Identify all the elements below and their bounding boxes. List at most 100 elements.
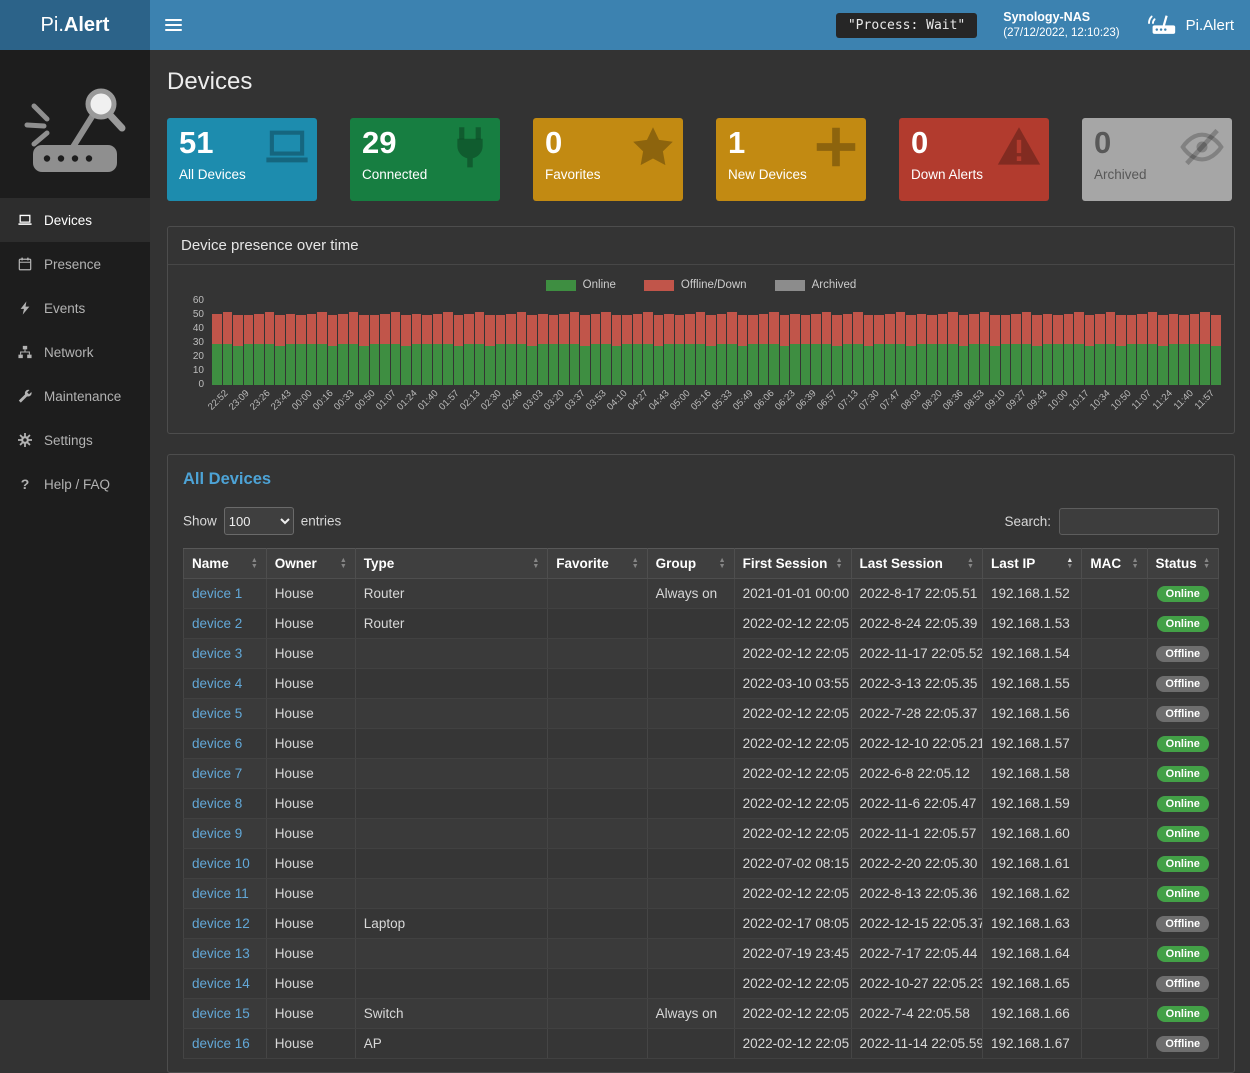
column-header-last-session[interactable]: Last Session▲▼ [851, 549, 982, 579]
card-connected[interactable]: 29Connected [350, 118, 500, 201]
entries-select[interactable]: 100 [224, 507, 294, 535]
card-new-devices[interactable]: 1New Devices [716, 118, 866, 201]
cell-favorite [548, 879, 647, 909]
brand-suffix: Alert [64, 14, 110, 37]
column-header-favorite[interactable]: Favorite▲▼ [548, 549, 647, 579]
chart-bar [475, 312, 485, 385]
status-badge: Online [1157, 766, 1209, 782]
cell-first-session: 2022-02-12 22:05 [734, 789, 851, 819]
sidebar-item-maintenance[interactable]: Maintenance [0, 374, 150, 418]
column-header-group[interactable]: Group▲▼ [647, 549, 734, 579]
device-link[interactable]: device 1 [192, 586, 242, 601]
column-label: MAC [1090, 556, 1121, 571]
star-icon [631, 125, 675, 169]
sidebar-item-settings[interactable]: Settings [0, 418, 150, 462]
gear-icon [17, 433, 33, 447]
table-controls: Show100entries Search: [183, 507, 1219, 535]
sidebar-item-devices[interactable]: Devices [0, 198, 150, 242]
device-link[interactable]: device 16 [192, 1036, 250, 1051]
device-link[interactable]: device 13 [192, 946, 250, 961]
legend-item-offline-down[interactable]: Offline/Down [644, 279, 747, 291]
cell-owner: House [266, 969, 355, 999]
column-header-status[interactable]: Status▲▼ [1147, 549, 1218, 579]
cell-last-session: 2022-12-10 22:05.21 [851, 729, 982, 759]
sidebar-item-help-faq[interactable]: ?Help / FAQ [0, 462, 150, 506]
sidebar-item-label: Help / FAQ [44, 477, 110, 492]
sidebar-toggle-icon[interactable] [150, 0, 196, 50]
chart-bar [559, 314, 569, 385]
column-header-first-session[interactable]: First Session▲▼ [734, 549, 851, 579]
device-link[interactable]: device 2 [192, 616, 242, 631]
sidebar-item-network[interactable]: Network [0, 330, 150, 374]
card-down-alerts[interactable]: 0Down Alerts [899, 118, 1049, 201]
card-favorites[interactable]: 0Favorites [533, 118, 683, 201]
device-link[interactable]: device 14 [192, 976, 250, 991]
device-link[interactable]: device 12 [192, 916, 250, 931]
device-link[interactable]: device 9 [192, 826, 242, 841]
cell-mac [1082, 999, 1147, 1029]
column-label: Group [656, 556, 697, 571]
column-header-type[interactable]: Type▲▼ [355, 549, 548, 579]
device-link[interactable]: device 10 [192, 856, 250, 871]
chart-bar [1074, 312, 1084, 385]
sidebar-item-presence[interactable]: Presence [0, 242, 150, 286]
cell-last-session: 2022-11-1 22:05.57 [851, 819, 982, 849]
chart-bar [223, 312, 233, 385]
device-link[interactable]: device 5 [192, 706, 242, 721]
column-label: First Session [743, 556, 828, 571]
column-header-mac[interactable]: MAC▲▼ [1082, 549, 1147, 579]
cell-type: Router [355, 579, 548, 609]
cell-status: Offline [1147, 1029, 1218, 1059]
chart-legend: Online Offline/Down Archived [182, 271, 1220, 301]
device-link[interactable]: device 3 [192, 646, 242, 661]
cell-name: device 14 [184, 969, 267, 999]
cell-type: Switch [355, 999, 548, 1029]
sidebar: DevicesPresenceEventsNetworkMaintenanceS… [0, 50, 150, 1000]
cell-name: device 16 [184, 1029, 267, 1059]
device-link[interactable]: device 8 [192, 796, 242, 811]
column-header-last-ip[interactable]: Last IP▲▼ [982, 549, 1081, 579]
chart-bar [591, 314, 601, 385]
legend-item-online[interactable]: Online [546, 279, 616, 291]
device-link[interactable]: device 7 [192, 766, 242, 781]
cell-type [355, 759, 548, 789]
cell-first-session: 2022-02-12 22:05 [734, 1029, 851, 1059]
sort-icon: ▲▼ [967, 558, 974, 570]
card-all-devices[interactable]: 51All Devices [167, 118, 317, 201]
chart-bar [727, 312, 737, 385]
device-link[interactable]: device 4 [192, 676, 242, 691]
cell-status: Online [1147, 579, 1218, 609]
cell-status: Offline [1147, 639, 1218, 669]
chart-bar [464, 314, 474, 385]
cell-first-session: 2021-01-01 00:00 [734, 579, 851, 609]
sidebar-item-events[interactable]: Events [0, 286, 150, 330]
chart-bar [1032, 315, 1042, 385]
column-header-name[interactable]: Name▲▼ [184, 549, 267, 579]
device-link[interactable]: device 6 [192, 736, 242, 751]
cell-mac [1082, 909, 1147, 939]
cell-favorite [548, 699, 647, 729]
cell-group: Always on [647, 579, 734, 609]
chart-bar [654, 315, 664, 385]
cell-last-ip: 192.168.1.64 [982, 939, 1081, 969]
cell-first-session: 2022-02-12 22:05 [734, 969, 851, 999]
cell-last-ip: 192.168.1.58 [982, 759, 1081, 789]
cell-last-ip: 192.168.1.62 [982, 879, 1081, 909]
cell-favorite [548, 729, 647, 759]
chart-bar [664, 314, 674, 385]
cell-first-session: 2022-02-12 22:05 [734, 729, 851, 759]
column-header-owner[interactable]: Owner▲▼ [266, 549, 355, 579]
device-link[interactable]: device 15 [192, 1006, 250, 1021]
sidebar-menu: DevicesPresenceEventsNetworkMaintenanceS… [0, 198, 150, 506]
legend-item-archived[interactable]: Archived [775, 279, 857, 291]
cell-owner: House [266, 1029, 355, 1059]
cell-owner: House [266, 789, 355, 819]
chart-y-axis: 6050403020100 [182, 301, 212, 385]
navbar-brand-right: Pi.Alert [1146, 11, 1234, 40]
cell-first-session: 2022-02-12 22:05 [734, 999, 851, 1029]
chart-bar [443, 312, 453, 385]
status-badge: Online [1157, 886, 1209, 902]
search-input[interactable] [1059, 508, 1219, 535]
device-link[interactable]: device 11 [192, 886, 249, 901]
card-archived[interactable]: 0Archived [1082, 118, 1232, 201]
